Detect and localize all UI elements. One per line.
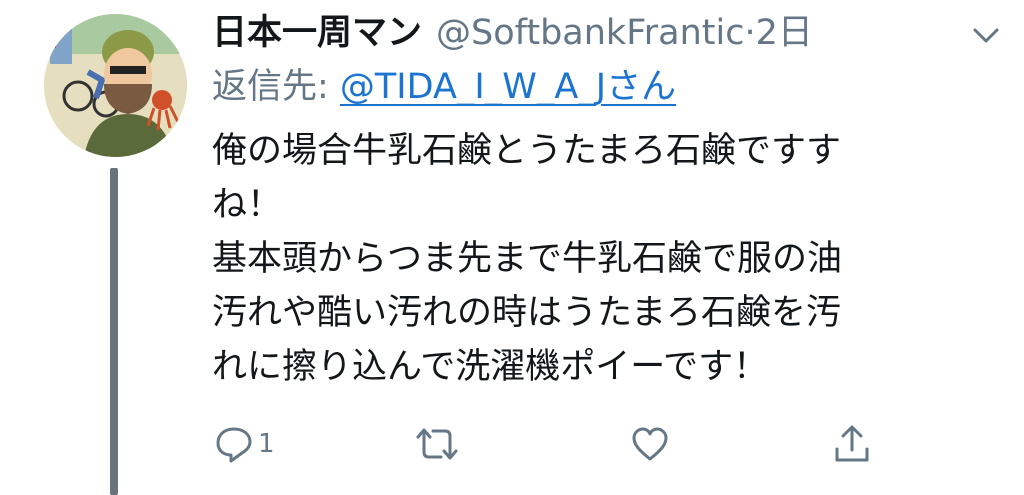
tweet-body-line: 基本頭からつま先まで牛乳石鹸で服の油 <box>212 239 843 279</box>
tweet-header: 日本一周マン @SoftbankFrantic·2日 <box>212 6 813 60</box>
tweet-body-line: ね！ <box>212 185 283 225</box>
tweet-body-line: 俺の場合牛乳石鹸とうたまろ石鹸ですす <box>212 131 841 171</box>
reply-to-line: 返信先: @TIDA_I_W_A_Jさん <box>212 62 676 112</box>
share-button[interactable] <box>832 422 872 466</box>
reply-count: 1 <box>258 429 275 459</box>
retweet-button[interactable] <box>414 422 464 466</box>
tweet-body-line: 汚れや酷い汚れの時はうたまろ石鹸を汚 <box>212 293 841 333</box>
author-name[interactable]: 日本一周マン <box>212 6 422 60</box>
timestamp[interactable]: 2日 <box>756 13 813 53</box>
reply-mention-link[interactable]: @TIDA_I_W_A_Jさん <box>340 67 676 107</box>
thread-line <box>110 168 118 495</box>
chevron-down-icon[interactable] <box>969 18 1003 52</box>
heart-icon <box>632 427 668 461</box>
reply-icon <box>216 427 252 463</box>
share-icon <box>835 425 869 462</box>
tweet-body: 俺の場合牛乳石鹸とうたまろ石鹸ですす ね！ 基本頭からつま先まで牛乳石鹸で服の油… <box>212 124 842 394</box>
separator: · <box>744 13 756 53</box>
avatar[interactable] <box>44 14 187 157</box>
retweet-icon <box>416 428 458 460</box>
reply-to-label: 返信先: <box>212 67 340 107</box>
like-button[interactable] <box>630 422 674 466</box>
reply-button[interactable]: 1 <box>214 422 275 466</box>
author-handle[interactable]: @SoftbankFrantic·2日 <box>436 6 813 60</box>
tweet-body-line: れに擦り込んで洗濯機ポイーです！ <box>212 347 769 387</box>
